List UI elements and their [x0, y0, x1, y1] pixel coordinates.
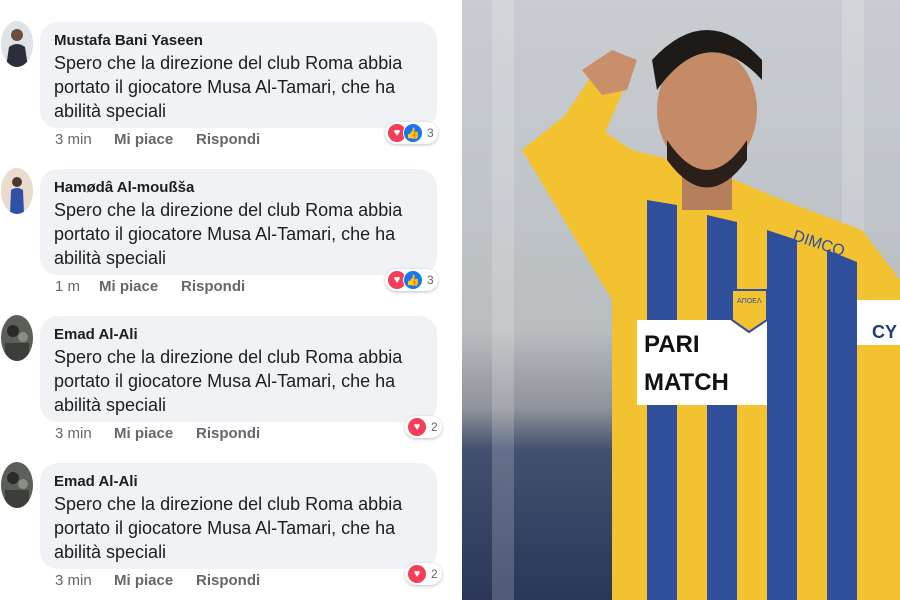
comment-timestamp[interactable]: 1 m [55, 278, 99, 295]
player-figure: PARI MATCH ΑΠΟΕΛ DIMCO CY [522, 30, 900, 600]
comment-text-line: portato il giocatore Musa Al-Tamari, che… [54, 77, 396, 97]
sponsor-text-1: PARI [644, 331, 700, 358]
comment-timestamp[interactable]: 3 min [55, 425, 114, 442]
reaction-count: 3 [427, 273, 434, 287]
comment-bubble: Emad Al-Ali Spero che la direzione del c… [40, 463, 437, 569]
comment-text-line: abilità speciali [54, 542, 167, 562]
like-button[interactable]: Mi piace [114, 425, 196, 442]
comment-actions: 3 min Mi piace Rispondi [55, 131, 260, 148]
crest-text: ΑΠΟΕΛ [737, 298, 762, 305]
heart-icon: ♥ [407, 564, 427, 584]
comment-author[interactable]: Emad Al-Ali [54, 324, 425, 345]
reaction-summary[interactable]: ♥ 👍 3 [385, 122, 438, 144]
comment: Mustafa Bani Yaseen Spero che la direzio… [0, 0, 462, 148]
comment-list: Mustafa Bani Yaseen Spero che la direzio… [0, 0, 462, 600]
comment-text-line: Spero che la direzione del club Roma abb… [54, 494, 403, 514]
avatar[interactable] [1, 315, 33, 361]
avatar[interactable] [1, 462, 33, 508]
comment-bubble: Hamødâ Al-moußša Spero che la direzione … [40, 169, 437, 275]
comment-text-line: abilità speciali [54, 101, 167, 121]
avatar[interactable] [1, 21, 33, 67]
reaction-summary[interactable]: ♥ 2 [405, 416, 442, 438]
comment-timestamp[interactable]: 3 min [55, 572, 114, 589]
reaction-summary[interactable]: ♥ 👍 3 [385, 269, 438, 291]
comment-actions: 3 min Mi piace Rispondi [55, 425, 260, 442]
user-photo-icon [1, 21, 33, 67]
reaction-count: 2 [431, 420, 438, 434]
comment: Emad Al-Ali Spero che la direzione del c… [0, 294, 462, 442]
reaction-count: 3 [427, 126, 434, 140]
comment-text-line: portato il giocatore Musa Al-Tamari, che… [54, 371, 396, 391]
comment: Hamødâ Al-moußša Spero che la direzione … [0, 147, 462, 295]
reaction-summary[interactable]: ♥ 2 [405, 563, 442, 585]
comment-text-line: abilità speciali [54, 395, 167, 415]
reaction-count: 2 [431, 567, 438, 581]
comment-text-line: Spero che la direzione del club Roma abb… [54, 200, 403, 220]
avatar[interactable] [1, 168, 33, 214]
sleeve-badge: CY [872, 322, 897, 342]
user-photo-icon [1, 462, 33, 508]
comment-bubble: Mustafa Bani Yaseen Spero che la direzio… [40, 22, 437, 128]
comment-text-line: Spero che la direzione del club Roma abb… [54, 347, 403, 367]
comment-text-line: Spero che la direzione del club Roma abb… [54, 53, 403, 73]
reply-button[interactable]: Rispondi [181, 278, 245, 295]
sponsor-text-2: MATCH [644, 369, 729, 396]
reply-button[interactable]: Rispondi [196, 131, 260, 148]
comment-author[interactable]: Mustafa Bani Yaseen [54, 30, 425, 51]
comment-actions: 1 m Mi piace Rispondi [55, 278, 245, 295]
user-photo-icon [1, 168, 33, 214]
like-button[interactable]: Mi piace [99, 278, 181, 295]
comment: Emad Al-Ali Spero che la direzione del c… [0, 441, 462, 589]
heart-icon: ♥ [407, 417, 427, 437]
comment-timestamp[interactable]: 3 min [55, 131, 114, 148]
like-button[interactable]: Mi piace [114, 572, 196, 589]
player-photo: PARI MATCH ΑΠΟΕΛ DIMCO CY [462, 0, 900, 600]
comment-text-line: abilità speciali [54, 248, 167, 268]
comment-actions: 3 min Mi piace Rispondi [55, 572, 260, 589]
thumbs-up-icon: 👍 [403, 270, 423, 290]
comment-author[interactable]: Hamødâ Al-moußša [54, 177, 425, 198]
comment-text-line: portato il giocatore Musa Al-Tamari, che… [54, 518, 396, 538]
comment-author[interactable]: Emad Al-Ali [54, 471, 425, 492]
user-photo-icon [1, 315, 33, 361]
reply-button[interactable]: Rispondi [196, 425, 260, 442]
reply-button[interactable]: Rispondi [196, 572, 260, 589]
comment-text-line: portato il giocatore Musa Al-Tamari, che… [54, 224, 396, 244]
comment-bubble: Emad Al-Ali Spero che la direzione del c… [40, 316, 437, 422]
thumbs-up-icon: 👍 [403, 123, 423, 143]
like-button[interactable]: Mi piace [114, 131, 196, 148]
